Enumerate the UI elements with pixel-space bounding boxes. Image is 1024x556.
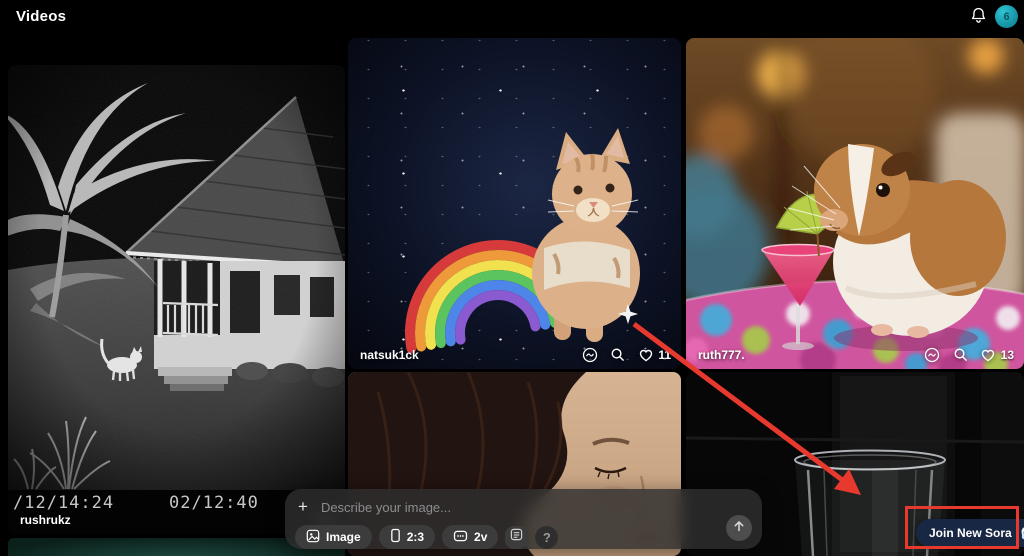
portrait-ratio-icon — [390, 528, 401, 546]
remix-icon[interactable] — [581, 346, 598, 363]
username-ruth777[interactable]: ruth777. — [698, 348, 745, 362]
prompt-bar: + Image 2:3 2v — [285, 489, 762, 549]
username-rushrukz[interactable]: rushrukz — [20, 513, 71, 527]
bell-icon — [969, 6, 988, 30]
mode-image-button[interactable]: Image — [295, 525, 372, 549]
cctv-scene — [8, 65, 345, 490]
remix-icon[interactable] — [924, 346, 941, 363]
username-natsuk1ck[interactable]: natsuk1ck — [360, 348, 419, 362]
heart-icon — [637, 346, 654, 363]
aspect-ratio-button[interactable]: 2:3 — [379, 525, 435, 549]
user-avatar[interactable]: 6 — [995, 5, 1018, 28]
aspect-ratio-label: 2:3 — [407, 530, 424, 544]
cctv-timestamp-left: /12/14:24 — [13, 493, 114, 513]
join-new-sora-button[interactable]: Join New Sora — [916, 519, 1024, 547]
sora-logo-icon — [1018, 524, 1024, 543]
notifications-button[interactable] — [966, 6, 990, 30]
variations-label: 2v — [474, 530, 487, 544]
send-button[interactable] — [726, 515, 752, 541]
add-attachment-button[interactable]: + — [298, 498, 308, 515]
prompt-input[interactable] — [319, 499, 748, 516]
like-count: 11 — [658, 348, 671, 362]
like-button[interactable]: 13 — [980, 346, 1014, 363]
video-tile-guinea-pig[interactable]: ruth777. 13 — [686, 38, 1024, 369]
guinea-pig-scene — [686, 38, 1024, 369]
space-cat-scene — [348, 38, 681, 369]
video-tile-cctv-cat[interactable]: /12/14:24 02/12:40 rushrukz — [8, 65, 345, 534]
image-icon — [306, 529, 320, 546]
page-title: Videos — [16, 8, 66, 25]
presets-button[interactable] — [505, 526, 528, 549]
cctv-timestamp-right: 02/12:40 — [169, 493, 259, 513]
zoom-search-icon[interactable] — [609, 346, 626, 363]
sora-videos-page: Videos 6 — [0, 0, 1024, 556]
join-new-sora-label: Join New Sora — [929, 526, 1012, 540]
variations-icon — [453, 530, 468, 545]
video-tile-space-cat[interactable]: natsuk1ck 11 — [348, 38, 681, 369]
help-button[interactable]: ? — [535, 526, 558, 549]
like-count: 13 — [1001, 348, 1014, 362]
avatar-initial: 6 — [1003, 11, 1009, 23]
presets-icon — [510, 528, 523, 546]
arrow-up-icon — [732, 519, 746, 538]
zoom-search-icon[interactable] — [952, 346, 969, 363]
variations-button[interactable]: 2v — [442, 525, 498, 549]
mode-image-label: Image — [326, 530, 361, 544]
like-button[interactable]: 11 — [637, 346, 671, 363]
heart-icon — [980, 346, 997, 363]
